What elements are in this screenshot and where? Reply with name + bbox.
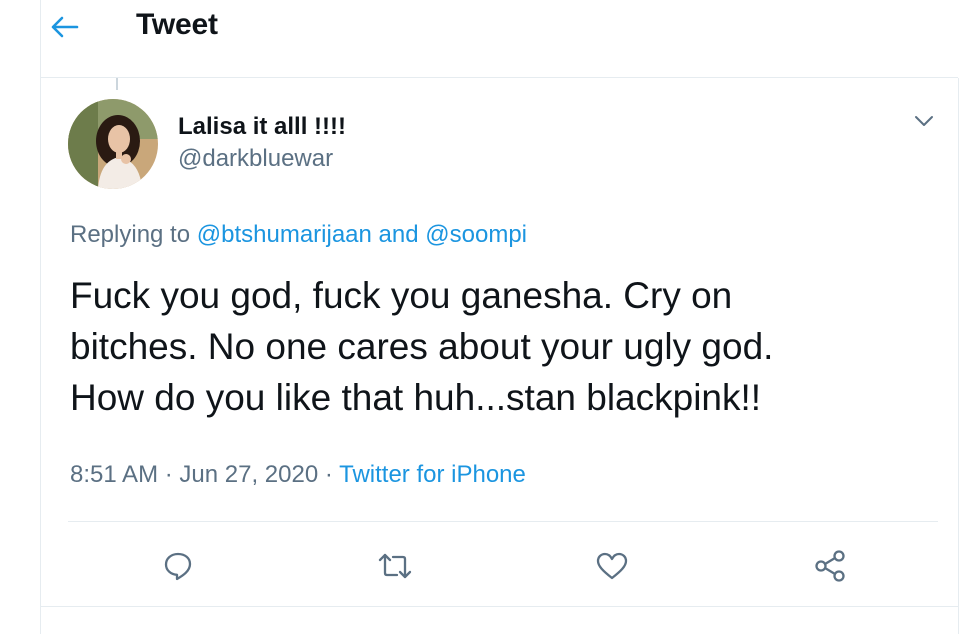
- author-display-name[interactable]: Lalisa it alll !!!!: [178, 113, 346, 141]
- meta-separator: ·: [164, 461, 173, 488]
- arrow-left-icon: [48, 13, 80, 41]
- thread-connector: [116, 78, 118, 90]
- page-title: Tweet: [136, 8, 218, 41]
- tweet-text-line: Fuck you god, fuck you ganesha. Cry on: [70, 275, 733, 316]
- tweet-text: Fuck you god, fuck you ganesha. Cry on b…: [70, 270, 930, 423]
- replying-to: Replying to @btshumarijaan and @soompi: [70, 221, 527, 249]
- reply-joiner[interactable]: and: [379, 221, 419, 248]
- reply-icon: [162, 550, 194, 582]
- left-border: [40, 0, 41, 634]
- share-icon: [813, 549, 847, 583]
- reply-button[interactable]: [156, 544, 200, 588]
- more-options-button[interactable]: [904, 106, 944, 136]
- tweet-meta: 8:51 AM · Jun 27, 2020 · Twitter for iPh…: [70, 461, 526, 489]
- retweet-button[interactable]: [373, 544, 417, 588]
- replying-prefix: Replying to: [70, 221, 191, 248]
- meta-separator: ·: [324, 461, 333, 488]
- tweet-time[interactable]: 8:51 AM: [70, 461, 158, 488]
- reply-user-link[interactable]: @soompi: [425, 221, 527, 248]
- retweet-icon: [377, 551, 413, 581]
- divider: [68, 521, 938, 522]
- avatar[interactable]: [68, 99, 158, 189]
- tweet-text-line: How do you like that huh...stan blackpin…: [70, 377, 762, 418]
- bottom-border: [41, 606, 958, 607]
- author-handle[interactable]: @darkbluewar: [178, 145, 333, 173]
- tweet-date[interactable]: Jun 27, 2020: [179, 461, 318, 488]
- share-button[interactable]: [808, 544, 852, 588]
- reply-user-link[interactable]: @btshumarijaan: [197, 221, 372, 248]
- like-button[interactable]: [590, 544, 634, 588]
- right-border: [958, 78, 959, 634]
- back-button[interactable]: [44, 7, 84, 47]
- tweet-text-line: bitches. No one cares about your ugly go…: [70, 326, 774, 367]
- chevron-down-icon: [914, 115, 934, 127]
- tweet-source[interactable]: Twitter for iPhone: [339, 461, 526, 488]
- like-icon: [595, 551, 629, 581]
